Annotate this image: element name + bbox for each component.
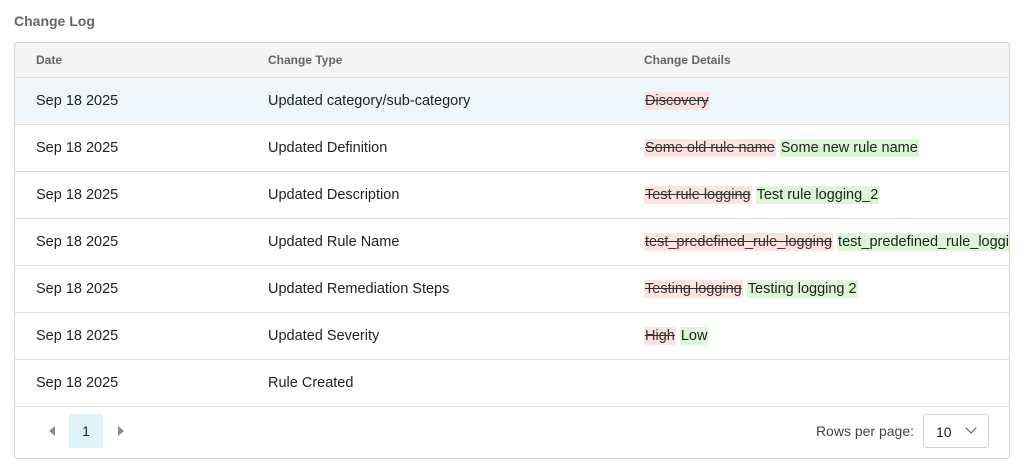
- chevron-down-icon: [965, 422, 977, 434]
- table-footer: 1 Rows per page: 10: [15, 406, 1009, 458]
- removed-value: test_predefined_rule_logging: [644, 232, 834, 251]
- added-value: Low: [679, 326, 709, 345]
- row-date: Sep 18 2025: [15, 218, 247, 266]
- row-change-details: High Low: [623, 312, 1009, 360]
- row-change-type: Updated Definition: [247, 124, 623, 172]
- row-change-details: test_predefined_rule_logging test_predefi…: [623, 218, 1009, 266]
- removed-value: Testing logging: [644, 279, 743, 298]
- page-title: Change Log: [14, 13, 95, 29]
- removed-value: Some old rule name: [644, 138, 776, 157]
- row-date: Sep 18 2025: [15, 312, 247, 360]
- column-header-change-details: Change Details: [623, 43, 1009, 78]
- added-value: Testing logging 2: [746, 279, 858, 298]
- row-date: Sep 18 2025: [15, 359, 247, 407]
- change-log-table-panel: Date Change Type Change Details Sep 18 2…: [14, 42, 1010, 459]
- row-change-type: Updated Description: [247, 171, 623, 219]
- row-change-details: Testing logging Testing logging 2: [623, 265, 1009, 313]
- row-change-details: [623, 359, 1009, 407]
- table-row[interactable]: Sep 18 2025 Updated category/sub-categor…: [15, 77, 1009, 125]
- rows-per-page-label: Rows per page:: [815, 423, 914, 439]
- added-value: test_predefined_rule_logging_2: [837, 232, 1009, 251]
- added-value: Some new rule name: [779, 138, 919, 157]
- row-date: Sep 18 2025: [15, 124, 247, 172]
- row-change-type: Updated category/sub-category: [247, 77, 623, 125]
- table-header-row: Date Change Type Change Details: [15, 43, 1009, 78]
- removed-value: High: [644, 326, 676, 345]
- rows-per-page-select[interactable]: 10: [923, 414, 989, 448]
- table-row[interactable]: Sep 18 2025 Rule Created: [15, 359, 1009, 407]
- row-date: Sep 18 2025: [15, 77, 247, 125]
- column-header-date: Date: [15, 43, 247, 78]
- row-date: Sep 18 2025: [15, 171, 247, 219]
- table-row[interactable]: Sep 18 2025 Updated Remediation Steps Te…: [15, 265, 1009, 313]
- table-row[interactable]: Sep 18 2025 Updated Severity High Low: [15, 312, 1009, 360]
- row-change-details: Test rule logging Test rule logging_2: [623, 171, 1009, 219]
- page-number-button[interactable]: 1: [69, 414, 103, 448]
- chevron-left-icon[interactable]: [49, 426, 55, 436]
- row-change-type: Rule Created: [247, 359, 623, 407]
- row-change-details: Discovery: [623, 77, 1009, 125]
- table-row[interactable]: Sep 18 2025 Updated Rule Name test_prede…: [15, 218, 1009, 266]
- table-row[interactable]: Sep 18 2025 Updated Definition Some old …: [15, 124, 1009, 172]
- row-change-type: Updated Rule Name: [247, 218, 623, 266]
- removed-value: Test rule logging: [644, 185, 752, 204]
- row-change-details: Some old rule name Some new rule name: [623, 124, 1009, 172]
- row-date: Sep 18 2025: [15, 265, 247, 313]
- row-change-type: Updated Remediation Steps: [247, 265, 623, 313]
- rows-per-page-value: 10: [936, 424, 952, 440]
- removed-value: Discovery: [644, 91, 710, 110]
- column-header-change-type: Change Type: [247, 43, 623, 78]
- row-change-type: Updated Severity: [247, 312, 623, 360]
- added-value: Test rule logging_2: [755, 185, 880, 204]
- chevron-right-icon[interactable]: [118, 426, 124, 436]
- change-log-table: Date Change Type Change Details Sep 18 2…: [15, 43, 1009, 407]
- table-row[interactable]: Sep 18 2025 Updated Description Test rul…: [15, 171, 1009, 219]
